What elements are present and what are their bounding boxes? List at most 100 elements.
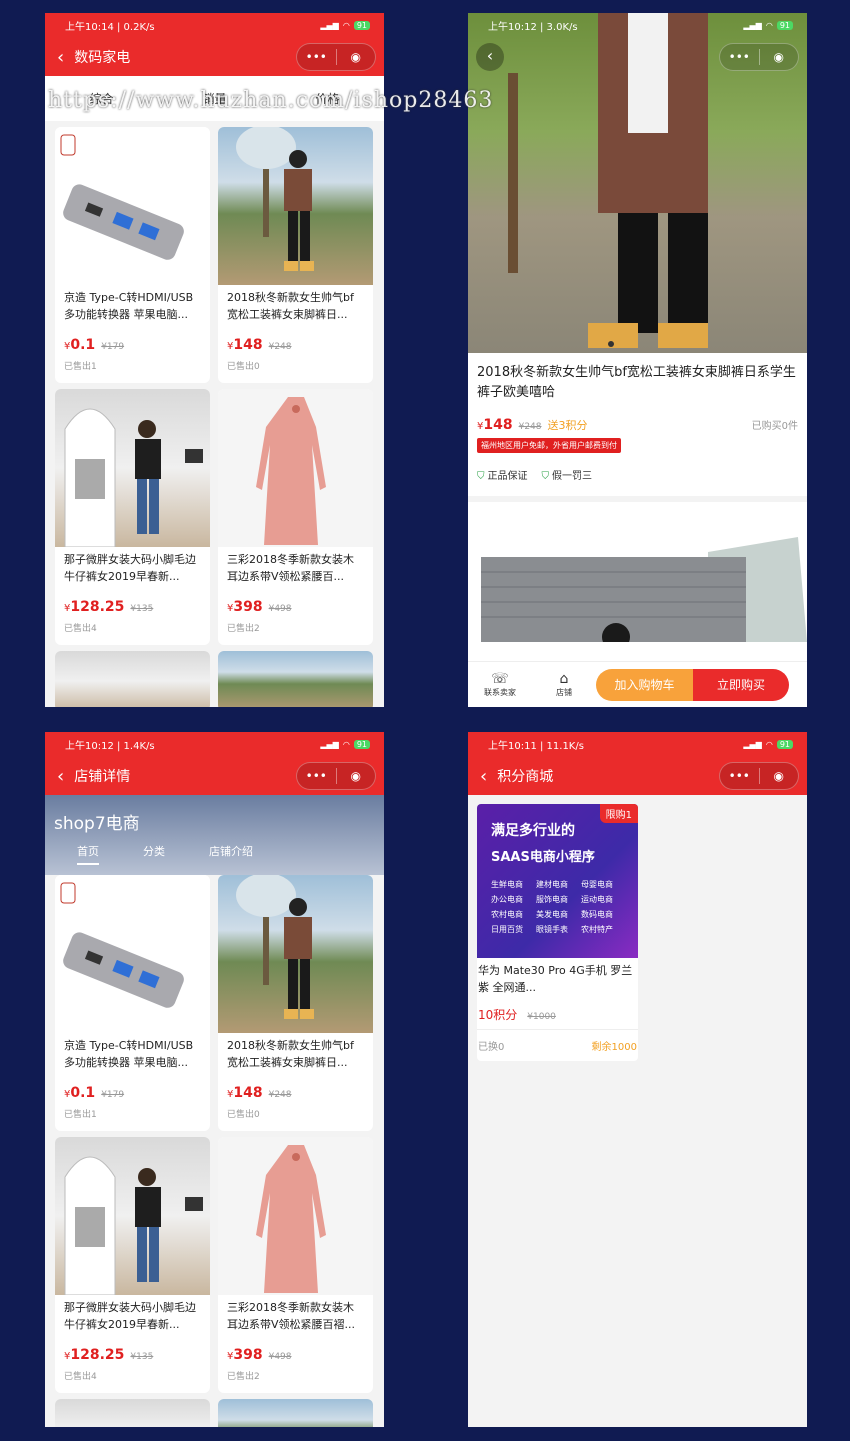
store-name: shop7电商 [54, 814, 140, 834]
back-icon[interactable]: ‹ [57, 47, 64, 68]
banner-subheading: SAAS电商小程序 [491, 850, 595, 865]
home-icon: ⌂ [559, 671, 569, 687]
phone-points-mall: 上午10:11 | 11.1K/s ▂▄▆ ◠ 91 ‹ 积分商城 ••• ◉ 限购1… [468, 732, 807, 1427]
sold-count: 已售出4 [64, 1372, 97, 1382]
back-icon[interactable]: ‹ [480, 766, 487, 787]
product-title: 那子微胖女装大码小脚毛边牛仔裤女2019早春新... [64, 553, 196, 583]
product-card[interactable] [218, 651, 373, 707]
product-price: ¥128.25 ¥135 [64, 1347, 154, 1363]
product-card[interactable]: 2018秋冬新款女生帅气bf宽松工装裤女束脚裤日... ¥148 ¥248 已售出… [218, 127, 373, 383]
product-image [218, 127, 373, 285]
shield-check-icon: ⛉ [477, 471, 485, 482]
product-price: ¥398 ¥498 [227, 1347, 292, 1363]
page-title: 积分商城 [497, 769, 554, 785]
product-card[interactable]: 那子微胖女装大码小脚毛边牛仔裤女2019早春新... ¥128.25 ¥135 已… [55, 389, 210, 645]
product-image [55, 1137, 210, 1295]
status-time: 上午10:11 | 11.1K/s [488, 741, 584, 752]
product-price: ¥148 ¥248 [227, 1085, 292, 1101]
product-price: ¥0.1 ¥179 [64, 1085, 125, 1101]
product-card[interactable]: 三彩2018冬季新款女装木耳边系带V领松紧腰百褶... ¥398 ¥498 已售出… [218, 1137, 373, 1393]
status-bar: 上午10:11 | 11.1K/s ▂▄▆ ◠ 91 [468, 732, 807, 757]
signal-icon: ▂▄▆ [320, 21, 339, 30]
sold-count: 已售出0 [227, 362, 260, 372]
product-card[interactable] [55, 651, 210, 707]
usb-adapter-image [60, 134, 184, 260]
product-title: 三彩2018冬季新款女装木耳边系带V领松紧腰百... [227, 553, 354, 583]
status-bar: 上午10:12 | 1.4K/s ▂▄▆ ◠ 91 [45, 732, 384, 757]
battery-icon: 91 [353, 740, 370, 749]
product-card[interactable]: 京造 Type-C转HDMI/USB多功能转换器 苹果电脑... ¥0.1 ¥17… [55, 875, 210, 1131]
store-banner: shop7电商 首页 分类 店铺介绍 [45, 795, 384, 875]
dress-photo [256, 1145, 326, 1293]
remaining-count: 剩余1000 [591, 1042, 637, 1053]
status-bar: 上午10:14 | 0.2K/s ▂▄▆ ◠ 91 [45, 13, 384, 38]
page-title: 数码家电 [74, 50, 131, 66]
product-card[interactable]: 京造 Type-C转HDMI/USB多功能转换器 苹果电脑... ¥0.1 ¥17… [55, 127, 210, 383]
reward-points: 送3积分 [547, 419, 588, 432]
usb-adapter-image [60, 882, 184, 1008]
sold-count: 已售出0 [227, 1110, 260, 1120]
status-time: 上午10:14 | 0.2K/s [65, 22, 155, 33]
product-price: ¥148 ¥248 [227, 337, 292, 353]
jeans-photo [64, 408, 203, 547]
product-card[interactable]: 那子微胖女装大码小脚毛边牛仔裤女2019早春新... ¥128.25 ¥135 已… [55, 1137, 210, 1393]
guarantee-item: 假一罚三 [552, 471, 592, 482]
buy-now-button[interactable]: 立即购买 [693, 668, 789, 701]
shipping-tag: 福州地区用户免邮，外省用户邮费到付 [477, 438, 621, 453]
tab-home[interactable]: 首页 [77, 843, 99, 865]
watermark: https://www.huzhan.com/ishop28463 [48, 88, 494, 113]
product-image [55, 389, 210, 547]
jeans-photo [64, 1156, 203, 1295]
tab-category[interactable]: 分类 [143, 843, 165, 865]
points-price: 10积分 ¥1000 [477, 996, 638, 1030]
sold-count: 已售出2 [227, 624, 260, 634]
headset-icon: ☏ [491, 671, 509, 687]
add-to-cart-button[interactable]: 加入购物车 [596, 668, 693, 701]
product-price: ¥148 ¥248 送3积分 已购买0件 [477, 417, 798, 433]
tab-store-intro[interactable]: 店铺介绍 [209, 843, 253, 865]
product-title: 2018秋冬新款女生帅气bf宽松工装裤女束脚裤日... [227, 1039, 354, 1069]
close-target-icon[interactable]: ◉ [337, 50, 376, 64]
back-icon[interactable]: ‹ [57, 766, 64, 787]
close-target-icon[interactable]: ◉ [337, 769, 376, 783]
product-card[interactable] [218, 1399, 373, 1427]
exchange-stats: 已换0 剩余1000 [477, 1030, 638, 1061]
contact-seller-button[interactable]: ☏ 联系卖家 [468, 671, 532, 698]
product-title: 三彩2018冬季新款女装木耳边系带V领松紧腰百褶... [227, 1301, 356, 1331]
capsule-menu: ••• ◉ [296, 762, 376, 790]
product-title: 京造 Type-C转HDMI/USB多功能转换器 苹果电脑... [64, 291, 194, 321]
limit-badge: 限购1 [599, 804, 638, 823]
product-image [218, 389, 373, 547]
capsule-menu: ••• ◉ [296, 43, 376, 71]
product-card[interactable]: 2018秋冬新款女生帅气bf宽松工装裤女束脚裤日... ¥148 ¥248 已售出… [218, 875, 373, 1131]
more-icon[interactable]: ••• [297, 769, 336, 783]
phone-store-detail: 上午10:12 | 1.4K/s ▂▄▆ ◠ 91 ‹ 店铺详情 ••• ◉ shop… [45, 732, 384, 1427]
banner-keywords: 生鲜电商 建材电商 母婴电商 办公电商 服饰电商 运动电商 农村电商 美发电商 数码电商 日… [491, 880, 613, 934]
model-photo [508, 13, 708, 348]
store-button[interactable]: ⌂ 店铺 [532, 671, 596, 698]
sold-count: 已售出1 [64, 1110, 97, 1120]
wifi-icon: ◠ [765, 740, 773, 749]
shield-check-icon: ⛉ [541, 471, 550, 482]
signal-icon: ▂▄▆ [743, 740, 762, 749]
signal-icon: ▂▄▆ [320, 740, 339, 749]
close-target-icon[interactable]: ◉ [760, 769, 799, 783]
wifi-icon: ◠ [342, 21, 350, 30]
header: 上午10:12 | 1.4K/s ▂▄▆ ◠ 91 ‹ 店铺详情 ••• ◉ [45, 732, 384, 795]
product-card[interactable]: 三彩2018冬季新款女装木耳边系带V领松紧腰百... ¥398 ¥498 已售出2 [218, 389, 373, 645]
more-icon[interactable]: ••• [297, 50, 336, 64]
status-time: 上午10:12 | 1.4K/s [65, 741, 155, 752]
header: 上午10:11 | 11.1K/s ▂▄▆ ◠ 91 ‹ 积分商城 ••• ◉ [468, 732, 807, 795]
bottom-action-bar: ☏ 联系卖家 ⌂ 店铺 加入购物车 立即购买 [468, 661, 807, 707]
points-product-card[interactable]: 限购1 满足多行业的 SAAS电商小程序 生鲜电商 建材电商 母婴电商 办公电商 服饰… [477, 804, 638, 1061]
product-grid: 京造 Type-C转HDMI/USB多功能转换器 苹果电脑... ¥0.1 ¥17… [45, 121, 384, 707]
guarantee-item: 正品保证 [487, 471, 528, 482]
product-card[interactable] [55, 1399, 210, 1427]
nav-bar: ‹ 数码家电 ••• ◉ [45, 38, 384, 76]
more-icon[interactable]: ••• [720, 769, 759, 783]
points-product-list: 限购1 满足多行业的 SAAS电商小程序 生鲜电商 建材电商 母婴电商 办公电商 服饰… [468, 795, 807, 1070]
product-hero-image: 上午10:12 | 3.0K/s ▂▄▆ ◠ 91 ‹ ••• ◉ [468, 13, 807, 353]
product-image: 限购1 满足多行业的 SAAS电商小程序 生鲜电商 建材电商 母婴电商 办公电商 服饰… [477, 804, 638, 958]
page-title: 店铺详情 [74, 769, 131, 785]
capsule-menu: ••• ◉ [719, 762, 799, 790]
